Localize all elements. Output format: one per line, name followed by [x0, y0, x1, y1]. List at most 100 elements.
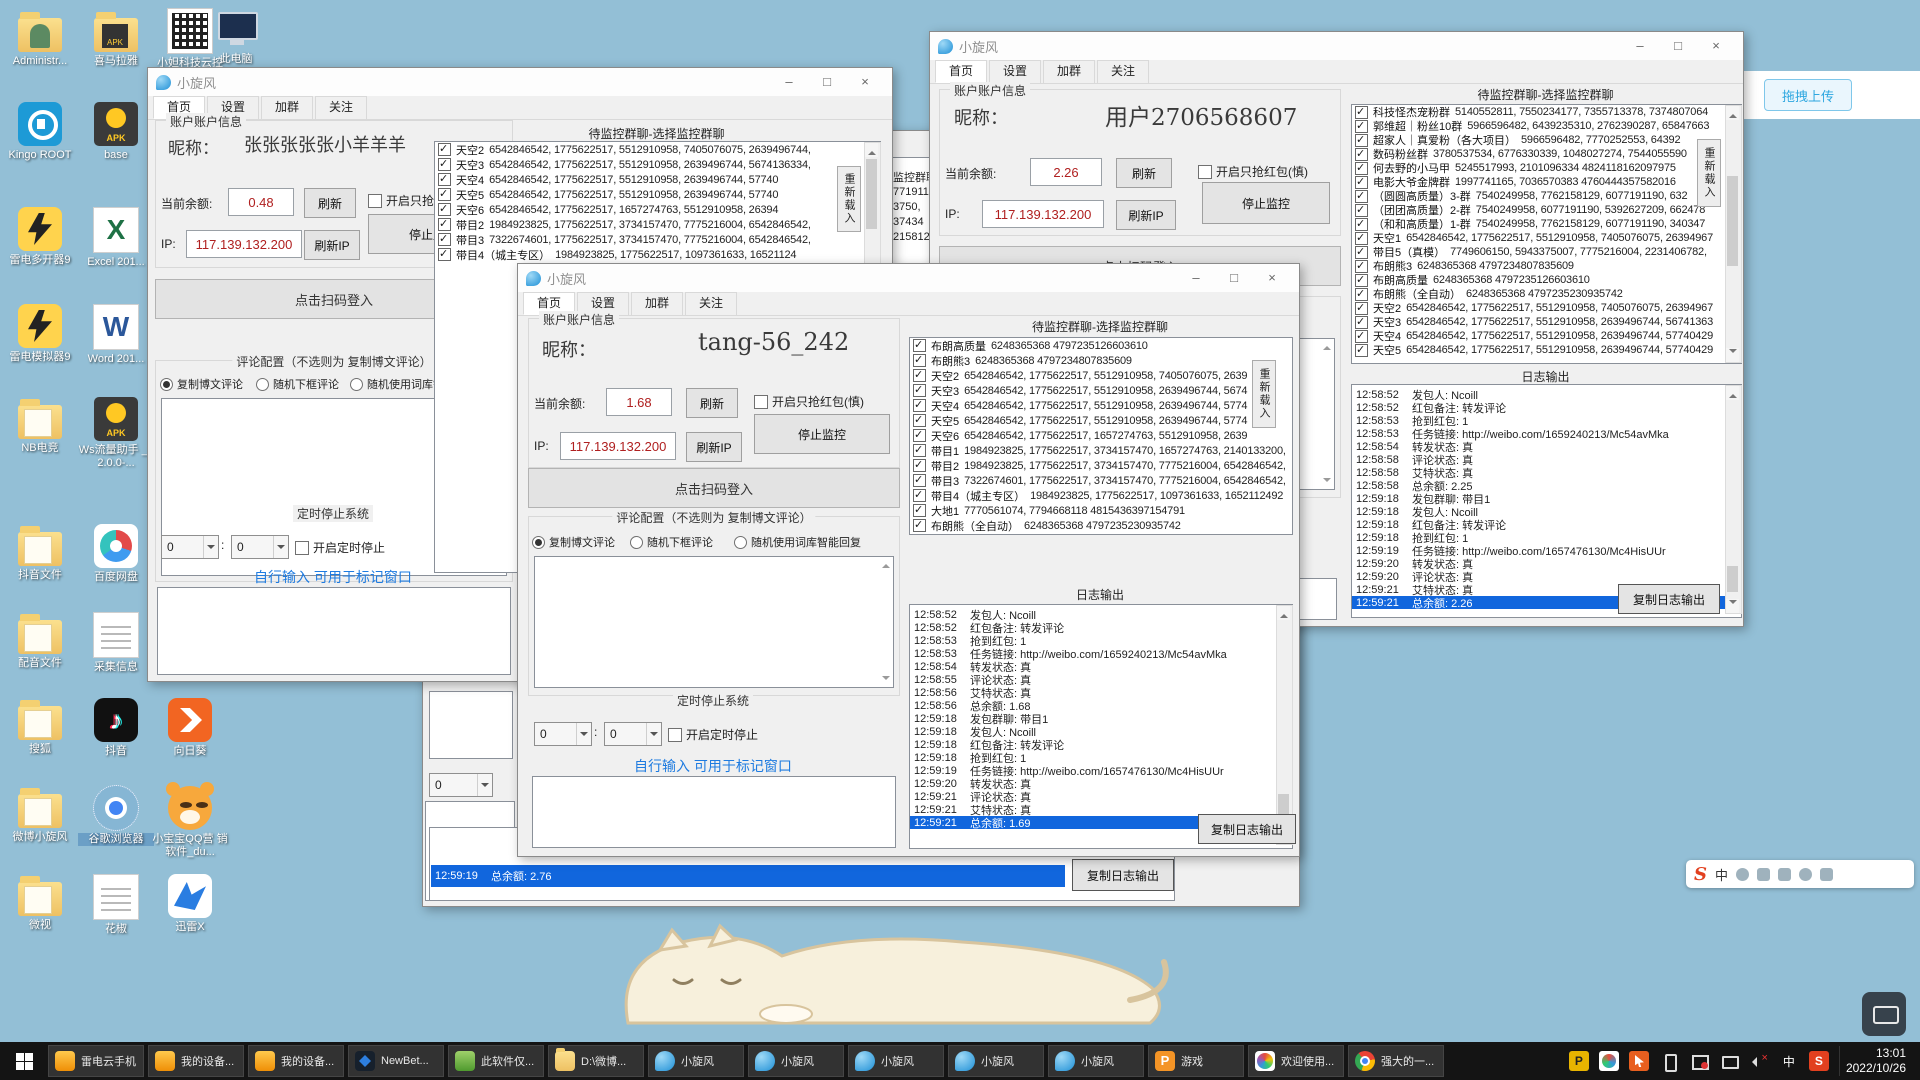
- timer-enable-checkbox[interactable]: 开启定时停止: [668, 726, 758, 743]
- desktop-icon[interactable]: Ws流量助手 _v2.0.0-...: [78, 397, 154, 470]
- taskbar-app-button[interactable]: 小旋风: [848, 1045, 944, 1077]
- group-row[interactable]: 布朗高质量 6248365368 4797235126603610: [1352, 273, 1741, 287]
- refresh-ip-button[interactable]: 刷新IP: [304, 230, 360, 260]
- group-row[interactable]: 布朗熊（全自动） 6248365368 4797235230935742: [910, 518, 1292, 533]
- minimize-button[interactable]: –: [1177, 266, 1215, 290]
- group-checkbox[interactable]: [1355, 259, 1368, 273]
- taskbar-app-button[interactable]: 小旋风: [748, 1045, 844, 1077]
- fragment-timer-dropdown[interactable]: 0: [429, 773, 493, 797]
- group-checkbox[interactable]: [1355, 343, 1368, 357]
- desktop-icon[interactable]: 小宝宝QQ营 销软件_du...: [152, 782, 228, 859]
- group-checkbox[interactable]: [913, 338, 926, 352]
- group-checkbox[interactable]: [913, 503, 926, 517]
- group-row[interactable]: 天空1 6542846542, 1775622517, 5512910958, …: [1352, 231, 1741, 245]
- taskbar-app-button[interactable]: 小旋风: [1048, 1045, 1144, 1077]
- log-line[interactable]: 12:58:58 评论状态: 真: [1352, 453, 1741, 467]
- minimize-button[interactable]: –: [770, 70, 808, 94]
- reload-list-button[interactable]: 重新载入: [1252, 360, 1276, 428]
- log-line[interactable]: 12:59:18 发包群聊: 带目1: [910, 712, 1292, 726]
- tray-usb-icon[interactable]: [1659, 1051, 1679, 1072]
- group-row[interactable]: 天空2 6542846542, 1775622517, 5512910958, …: [1352, 301, 1741, 315]
- group-row[interactable]: 带目3 7322674601, 1775622517, 3734157470, …: [435, 232, 880, 247]
- group-checkbox[interactable]: [913, 353, 926, 367]
- group-checkbox[interactable]: [438, 202, 451, 216]
- radio-copy-comment[interactable]: 复制博文评论: [532, 534, 615, 550]
- group-row[interactable]: 大地1 7770561074, 7794668118 4815436397154…: [910, 503, 1292, 518]
- group-row[interactable]: （和和高质量）1-群 7540249958, 7762158129, 60771…: [1352, 217, 1741, 231]
- group-row[interactable]: 布朗高质量 6248365368 4797235126603610: [910, 338, 1292, 353]
- desktop-icon[interactable]: 搜狐: [2, 698, 78, 756]
- desktop-icon[interactable]: 向日葵: [152, 698, 228, 758]
- reload-list-button[interactable]: 重新载入: [1697, 139, 1721, 207]
- taskbar-app-button[interactable]: 雷电云手机: [48, 1045, 144, 1077]
- tray-remote-mouse-icon[interactable]: [1628, 1051, 1649, 1071]
- floating-boss-key-icon[interactable]: [1862, 992, 1906, 1036]
- group-list[interactable]: 布朗高质量 6248365368 4797235126603610 布朗熊3 6…: [909, 337, 1293, 535]
- group-row[interactable]: 超家人｜真爱粉（各大项目） 5966596482, 7770252553, 64…: [1352, 133, 1741, 147]
- tray-display-icon[interactable]: [1719, 1051, 1739, 1071]
- desktop-icon[interactable]: 采集信息: [78, 612, 154, 674]
- group-checkbox[interactable]: [913, 368, 926, 382]
- log-line[interactable]: 12:58:52 发包人: Ncoill: [910, 608, 1292, 622]
- group-row[interactable]: 天空5 6542846542, 1775622517, 5512910958, …: [1352, 343, 1741, 357]
- group-row[interactable]: 天空4 6542846542, 1775622517, 5512910958, …: [435, 172, 880, 187]
- group-row[interactable]: 带目1 1984923825, 1775622517, 3734157470, …: [910, 443, 1292, 458]
- red-packet-only-checkbox[interactable]: 开启只抢红包(慎): [754, 393, 864, 410]
- group-checkbox[interactable]: [913, 428, 926, 442]
- log-line[interactable]: 12:59:18 发包人: Ncoill: [1352, 505, 1741, 519]
- taskbar-app-button[interactable]: 此软件仅...: [448, 1045, 544, 1077]
- desktop-icon[interactable]: 雷电模拟器9: [2, 304, 78, 364]
- group-checkbox[interactable]: [1355, 273, 1368, 287]
- tray-pinned-app-icon[interactable]: [1568, 1051, 1589, 1071]
- group-row[interactable]: 天空4 6542846542, 1775622517, 5512910958, …: [910, 398, 1292, 413]
- group-row[interactable]: 布朗熊（全自动） 6248365368 4797235230935742: [1352, 287, 1741, 301]
- log-line[interactable]: 12:59:18 发包群聊: 带目1: [1352, 492, 1741, 506]
- mark-input[interactable]: [157, 587, 511, 675]
- ip-field[interactable]: 117.139.132.200: [982, 200, 1104, 228]
- log-line[interactable]: 12:59:18 发包人: Ncoill: [910, 725, 1292, 739]
- tray-screenshot-icon[interactable]: [1689, 1051, 1709, 1071]
- group-checkbox[interactable]: [913, 518, 926, 532]
- ime-mode-chinese[interactable]: 中: [1715, 865, 1728, 884]
- log-line[interactable]: 12:59:19 任务链接: http://weibo.com/16574761…: [1352, 544, 1741, 558]
- log-output[interactable]: 12:58:52 发包人: Ncoill 12:58:52 红包备注: 转发评论…: [909, 604, 1293, 849]
- group-list-scrollbar[interactable]: [1725, 105, 1742, 363]
- log-line[interactable]: 12:59:18 红包备注: 转发评论: [910, 738, 1292, 752]
- timer-hour-dropdown[interactable]: 0: [534, 722, 592, 746]
- tray-pinned-app2-icon[interactable]: [1598, 1051, 1619, 1071]
- ime-emoji-icon[interactable]: [1799, 867, 1813, 881]
- minimize-button[interactable]: –: [1621, 34, 1659, 58]
- taskbar-app-button[interactable]: D:\微博...: [548, 1045, 644, 1077]
- radio-random-comment[interactable]: 随机下框评论: [630, 534, 713, 550]
- group-row[interactable]: （团团高质量）2-群 7540249958, 6077191190, 53926…: [1352, 203, 1741, 217]
- desktop-icon[interactable]: 迅雷X: [152, 874, 228, 934]
- tab-home[interactable]: 首页: [935, 60, 988, 83]
- group-checkbox[interactable]: [1355, 301, 1368, 315]
- log-line[interactable]: 12:59:20 转发状态: 真: [1352, 557, 1741, 571]
- copy-log-button[interactable]: 复制日志输出: [1618, 584, 1720, 614]
- scroll-up-icon[interactable]: [865, 143, 878, 157]
- group-row[interactable]: 何去野的小马甲 5245517993, 2101096334 482411816…: [1352, 161, 1741, 175]
- group-row[interactable]: 电影大爷金牌群 1997741165, 7036570383 476044435…: [1352, 175, 1741, 189]
- taskbar-app-button[interactable]: 我的设备...: [148, 1045, 244, 1077]
- desktop-icon[interactable]: Kingo ROOT: [2, 102, 78, 162]
- group-checkbox[interactable]: [438, 172, 451, 186]
- desktop-icon[interactable]: 雷电多开器9: [2, 207, 78, 267]
- log-line[interactable]: 12:59:18 红包备注: 转发评论: [1352, 518, 1741, 532]
- group-checkbox[interactable]: [1355, 119, 1368, 133]
- timer-hour-dropdown[interactable]: 0: [161, 535, 219, 559]
- scroll-up-icon[interactable]: [1726, 386, 1739, 400]
- group-row[interactable]: （圆圆高质量）3-群 7540249958, 7762158129, 60771…: [1352, 189, 1741, 203]
- group-checkbox[interactable]: [1355, 329, 1368, 343]
- refresh-ip-button[interactable]: 刷新IP: [686, 432, 742, 462]
- group-row[interactable]: 带目2 1984923825, 1775622517, 3734157470, …: [910, 458, 1292, 473]
- group-list[interactable]: 科技怪杰宠粉群 5140552811, 7550234177, 73557133…: [1351, 104, 1742, 364]
- comment-textarea[interactable]: [534, 556, 894, 688]
- desktop-icon[interactable]: 花椒: [78, 874, 154, 936]
- taskbar-clock[interactable]: 13:01 2022/10/26: [1838, 1046, 1916, 1076]
- desktop-icon[interactable]: NB电竞: [2, 397, 78, 455]
- group-checkbox[interactable]: [1355, 203, 1368, 217]
- group-row[interactable]: 带目3 7322674601, 1775622517, 3734157470, …: [910, 473, 1292, 488]
- desktop-icon[interactable]: Excel 201...: [78, 207, 154, 269]
- log-line[interactable]: 12:58:54 转发状态: 真: [910, 660, 1292, 674]
